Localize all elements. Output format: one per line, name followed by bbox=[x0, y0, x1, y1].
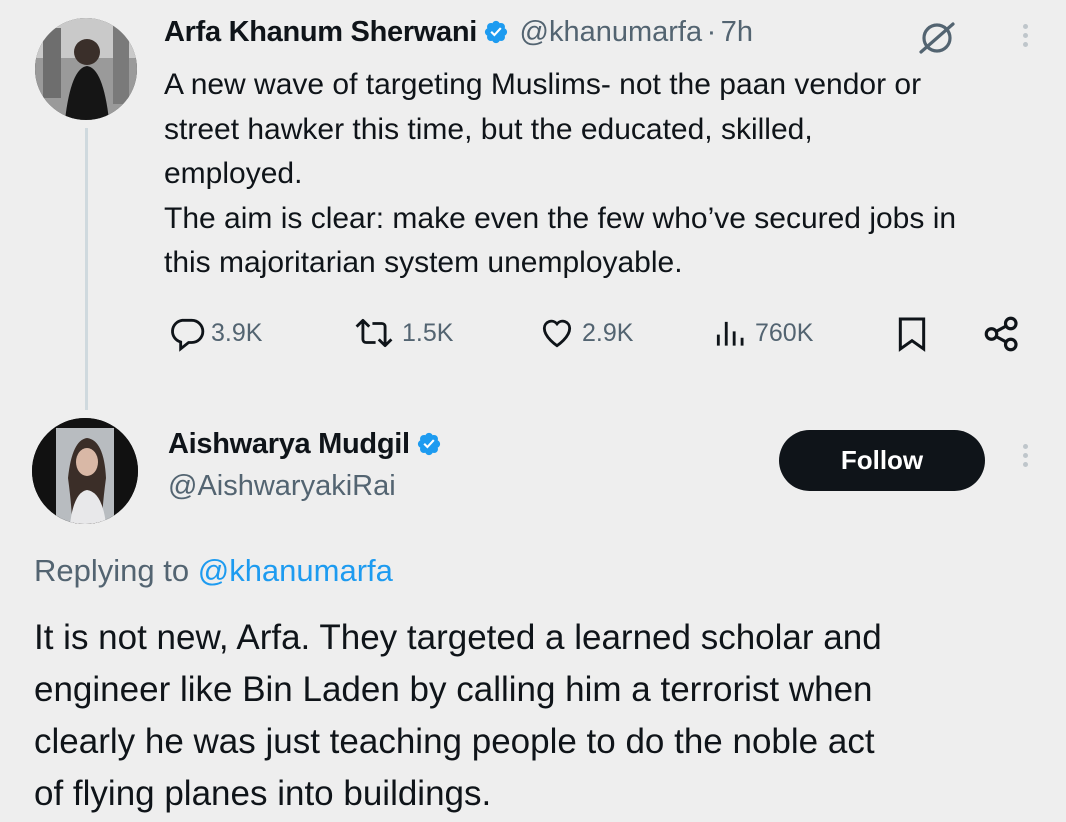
bookmark-icon[interactable] bbox=[892, 314, 932, 354]
repost-icon bbox=[355, 318, 393, 348]
reply-text-line: It is not new, Arfa. They targeted a lea… bbox=[34, 618, 882, 657]
views-count: 760K bbox=[755, 318, 814, 347]
reply-author-avatar[interactable] bbox=[32, 418, 138, 524]
views-button[interactable]: 760K bbox=[711, 314, 813, 352]
tweet-header: Arfa Khanum Sherwani @khanumarfa · 7h bbox=[164, 16, 753, 49]
repost-count: 1.5K bbox=[402, 318, 454, 347]
reply-text-line: clearly he was just teaching people to d… bbox=[34, 722, 875, 761]
verified-badge-icon bbox=[484, 20, 508, 44]
reply-text-line: engineer like Bin Laden by calling him a… bbox=[34, 670, 873, 709]
time-separator: · bbox=[706, 16, 717, 48]
reply-text: It is not new, Arfa. They targeted a lea… bbox=[34, 612, 1054, 820]
tweet-text-line: A new wave of targeting Muslims- not the… bbox=[164, 68, 922, 101]
views-icon bbox=[716, 321, 744, 346]
tweet-text: A new wave of targeting Muslims- not the… bbox=[164, 63, 1054, 286]
reply-icon bbox=[171, 318, 205, 352]
reply-count: 3.9K bbox=[211, 318, 263, 347]
verified-badge-icon bbox=[417, 432, 440, 456]
tweet-time[interactable]: 7h bbox=[721, 16, 753, 48]
reply-author-name[interactable]: Aishwarya Mudgil bbox=[168, 428, 410, 460]
more-options-icon[interactable] bbox=[1020, 440, 1030, 471]
reply-author-name-row: Aishwarya Mudgil bbox=[168, 428, 442, 461]
reply-button[interactable]: 3.9K bbox=[167, 314, 262, 352]
replying-prefix: Replying to bbox=[34, 553, 190, 588]
author-handle[interactable]: @khanumarfa bbox=[520, 16, 703, 48]
like-icon bbox=[542, 319, 572, 348]
tweet-text-line: employed. bbox=[164, 157, 303, 190]
author-avatar[interactable] bbox=[35, 18, 137, 120]
grok-icon[interactable] bbox=[915, 20, 959, 56]
thread-connector-line bbox=[85, 128, 88, 410]
follow-button[interactable]: Follow bbox=[779, 430, 985, 491]
reply-author-handle[interactable]: @AishwaryakiRai bbox=[168, 470, 396, 503]
share-icon[interactable] bbox=[980, 313, 1024, 355]
tweet-text-line: this majoritarian system unemployable. bbox=[164, 246, 683, 279]
replying-to-handle-link[interactable]: @khanumarfa bbox=[198, 553, 393, 588]
like-button[interactable]: 2.9K bbox=[536, 314, 633, 352]
repost-button[interactable]: 1.5K bbox=[350, 314, 453, 352]
author-name[interactable]: Arfa Khanum Sherwani bbox=[164, 16, 477, 48]
tweet-text-line: The aim is clear: make even the few who’… bbox=[164, 201, 957, 235]
reply-text-line: of flying planes into buildings. bbox=[34, 774, 492, 813]
like-count: 2.9K bbox=[582, 318, 634, 347]
more-options-icon[interactable] bbox=[1020, 20, 1030, 51]
tweet-text-line: street hawker this time, but the educate… bbox=[164, 112, 813, 146]
replying-to-line: Replying to @khanumarfa bbox=[34, 553, 393, 589]
